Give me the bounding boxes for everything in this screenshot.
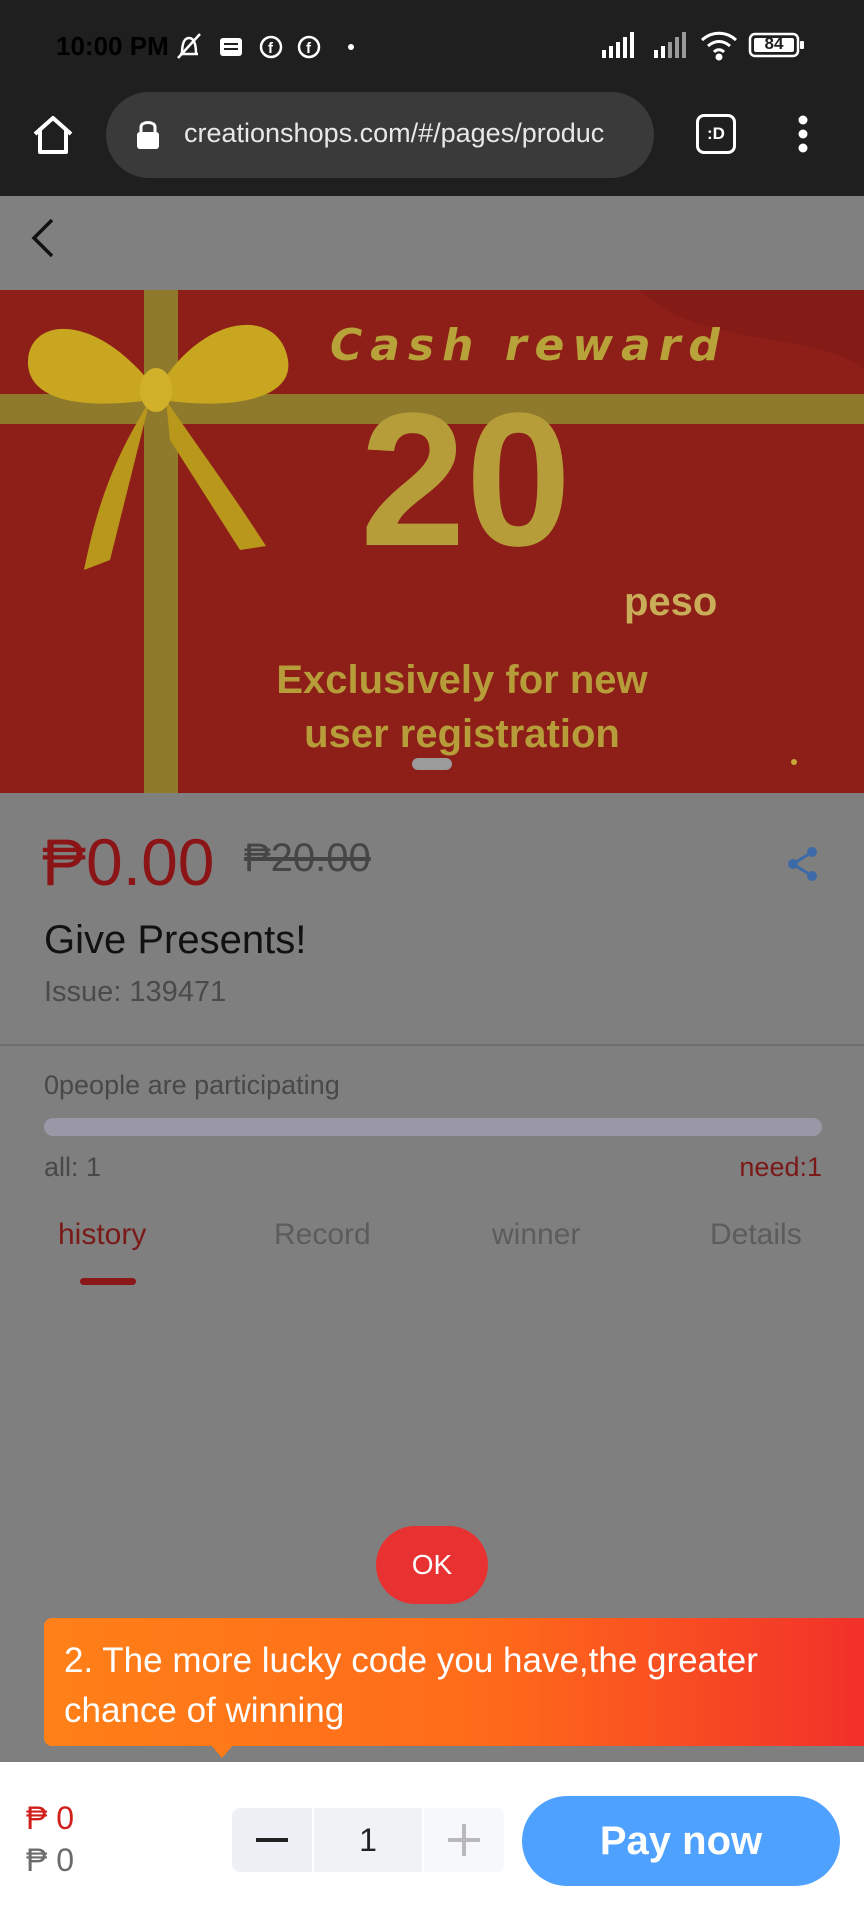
tooltip-pointer: [210, 1744, 234, 1758]
total-price: ₱ 0: [26, 1800, 75, 1836]
home-icon[interactable]: [30, 112, 76, 158]
banner-amount: 20: [360, 374, 572, 586]
wifi-icon: [700, 31, 738, 61]
more-menu-icon[interactable]: [792, 114, 814, 154]
tab-history[interactable]: history: [58, 1218, 146, 1252]
banner-unit: peso: [624, 580, 718, 624]
participation-progress-bar: [44, 1118, 822, 1136]
facebook-icon: f: [259, 35, 283, 59]
issue-number: Issue: 139471: [44, 976, 227, 1008]
banner-line2: user registration: [304, 712, 620, 756]
signal-icon: [654, 32, 686, 58]
current-price: ₱0.00: [42, 825, 215, 899]
need-count: need:1: [739, 1152, 822, 1182]
active-tab-indicator: [80, 1278, 136, 1285]
tab-details[interactable]: Details: [710, 1218, 802, 1252]
bell-off-icon: [177, 33, 201, 59]
plus-icon: [448, 1824, 480, 1856]
ok-button[interactable]: OK: [376, 1526, 488, 1604]
tab-record[interactable]: Record: [274, 1218, 371, 1252]
divider: [0, 1044, 864, 1046]
minus-icon: [256, 1838, 288, 1842]
back-arrow-icon[interactable]: [26, 216, 58, 260]
url-text[interactable]: creationshops.com/#/pages/produc: [184, 118, 640, 149]
total-count: all: 1: [44, 1152, 102, 1182]
product-title: Give Presents!: [44, 918, 307, 962]
svg-text:f: f: [268, 40, 274, 57]
pay-now-button[interactable]: Pay now: [522, 1796, 840, 1886]
message-icon: [220, 38, 242, 56]
original-total-price: ₱ 0: [26, 1842, 75, 1878]
svg-text:f: f: [306, 40, 312, 57]
participants-text: 0people are participating: [44, 1070, 340, 1100]
signal-icon: [602, 32, 634, 58]
lock-icon: [137, 121, 159, 149]
tab-winner[interactable]: winner: [492, 1218, 580, 1252]
original-price: ₱20.00: [244, 836, 371, 880]
quantity-input[interactable]: 1: [314, 1808, 422, 1872]
promo-banner: Cash reward 20 peso Exclusively for new …: [0, 290, 864, 793]
status-time: 10:00 PM: [56, 31, 169, 61]
facebook-icon: f: [297, 35, 321, 59]
status-notification-icons: f f: [177, 33, 354, 59]
quantity-decrease-button[interactable]: [232, 1808, 312, 1872]
carousel-indicator[interactable]: [412, 758, 452, 770]
guide-tooltip-text: 2. The more lucky code you have,the grea…: [64, 1641, 758, 1730]
banner-line1: Exclusively for new: [276, 658, 648, 702]
share-icon[interactable]: [786, 846, 820, 882]
page-header: [0, 196, 864, 290]
battery-level: 84: [764, 34, 784, 53]
banner-heading: Cash reward: [330, 320, 728, 371]
dot-icon: [348, 44, 354, 50]
tab-switcher-button[interactable]: :D: [696, 114, 736, 154]
quantity-increase-button[interactable]: [424, 1808, 504, 1872]
